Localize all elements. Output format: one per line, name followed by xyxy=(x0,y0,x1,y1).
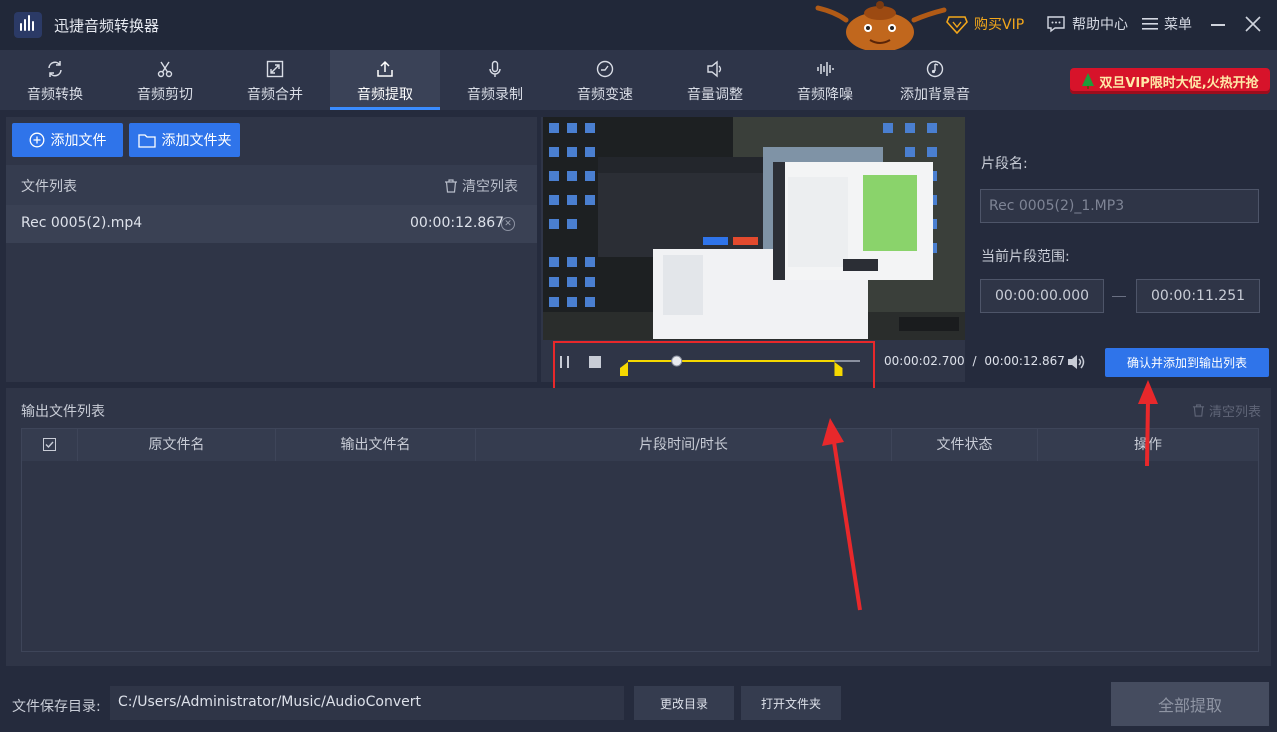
title-bar: 迅捷音频转换器 购买VIP 帮助中心 菜单 xyxy=(0,0,1277,52)
remove-file-icon[interactable]: ✕ xyxy=(501,217,515,231)
vip-diamond-icon xyxy=(946,16,968,34)
tab-label: 音频剪切 xyxy=(137,87,193,103)
file-name: Rec 0005(2).mp4 xyxy=(21,215,143,231)
segment-end-time-field[interactable]: 00:00:11.251 xyxy=(1136,279,1260,313)
output-file-panel: 输出文件列表 清空列表 原文件名 输出文件名 片段时间/时长 文件状态 操作 xyxy=(6,388,1271,666)
column-header-output-name: 输出文件名 xyxy=(276,429,476,461)
app-logo-icon xyxy=(14,12,42,38)
trash-icon xyxy=(1192,404,1205,417)
total-time: 00:00:12.867 xyxy=(984,354,1065,368)
upload-icon xyxy=(377,60,393,77)
column-header-actions: 操作 xyxy=(1134,437,1162,453)
mic-icon xyxy=(489,60,501,77)
tab-audio-record[interactable]: 音频录制 xyxy=(440,50,550,110)
menu-button[interactable]: 菜单 xyxy=(1142,14,1192,34)
app-title: 迅捷音频转换器 xyxy=(54,17,160,35)
minimize-button[interactable] xyxy=(1211,24,1225,26)
column-header-segment-duration: 片段时间/时长 xyxy=(476,429,892,461)
menu-label: 菜单 xyxy=(1164,17,1192,33)
save-directory-label: 文件保存目录: xyxy=(12,699,101,715)
change-directory-button[interactable]: 更改目录 xyxy=(634,686,734,720)
music-disc-icon xyxy=(926,60,944,78)
file-list-header: 文件列表 清空列表 xyxy=(6,165,537,205)
chat-bubble-icon xyxy=(1047,16,1065,33)
add-folder-label: 添加文件夹 xyxy=(161,133,232,149)
plus-circle-icon xyxy=(29,132,44,148)
tab-noise-reduction[interactable]: 音频降噪 xyxy=(770,50,880,110)
volume-icon[interactable] xyxy=(1066,353,1086,371)
tab-label: 音频转换 xyxy=(27,87,83,103)
clear-file-list-label: 清空列表 xyxy=(462,179,518,195)
tab-audio-cut[interactable]: 音频剪切 xyxy=(110,50,220,110)
add-folder-button[interactable]: 添加文件夹 xyxy=(129,123,240,157)
tab-label: 音频提取 xyxy=(357,87,413,103)
buy-vip-button[interactable]: 购买VIP xyxy=(946,14,1024,34)
refresh-icon xyxy=(48,61,62,77)
output-list-title: 输出文件列表 xyxy=(21,404,105,420)
speaker-icon xyxy=(707,60,722,78)
range-separator xyxy=(1112,296,1126,297)
extract-all-button[interactable]: 全部提取 xyxy=(1111,682,1269,726)
tab-label: 音频录制 xyxy=(467,87,523,103)
current-time: 00:00:02.700 xyxy=(884,354,965,368)
tab-label: 音频合并 xyxy=(247,87,303,103)
promo-label: 双旦VIP限时大促,火热开抢 xyxy=(1099,75,1259,91)
tab-add-background-music[interactable]: 添加背景音 xyxy=(880,50,990,110)
segment-range-label: 当前片段范围: xyxy=(981,249,1070,265)
clear-output-list-button[interactable]: 清空列表 xyxy=(1192,401,1261,420)
clear-file-list-button[interactable]: 清空列表 xyxy=(444,176,518,196)
file-list-panel: 添加文件 添加文件夹 文件列表 清空列表 Rec 0005(2).mp4 00:… xyxy=(6,117,537,382)
file-list-title: 文件列表 xyxy=(21,179,77,195)
tab-volume-adjust[interactable]: 音量调整 xyxy=(660,50,770,110)
confirm-add-to-output-button[interactable]: 确认并添加到输出列表 xyxy=(1105,348,1269,377)
tab-audio-merge[interactable]: 音频合并 xyxy=(220,50,330,110)
video-preview-image xyxy=(543,117,965,340)
output-table: 原文件名 输出文件名 片段时间/时长 文件状态 操作 xyxy=(21,428,1259,652)
merge-icon xyxy=(266,60,284,78)
waveform-icon xyxy=(817,62,834,76)
help-center-label: 帮助中心 xyxy=(1072,17,1128,33)
tab-audio-speed[interactable]: 音频变速 xyxy=(550,50,660,110)
tab-label: 音频降噪 xyxy=(797,87,853,103)
column-header-file-status: 文件状态 xyxy=(892,429,1038,461)
segment-name-field[interactable]: Rec 0005(2)_1.MP3 xyxy=(980,189,1259,223)
tab-label: 音量调整 xyxy=(687,87,743,103)
help-center-button[interactable]: 帮助中心 xyxy=(1046,14,1128,34)
save-directory-field[interactable]: C:/Users/Administrator/Music/AudioConver… xyxy=(110,686,624,720)
feature-toolbar: 音频转换 音频剪切 音频合并 音频提取 音频录制 音频变速 音量调整 音频降噪 … xyxy=(0,50,1277,110)
output-table-header: 原文件名 输出文件名 片段时间/时长 文件状态 操作 xyxy=(22,429,1258,461)
buy-vip-label: 购买VIP xyxy=(974,17,1025,33)
clear-output-list-label: 清空列表 xyxy=(1209,405,1262,420)
close-window-button[interactable] xyxy=(1244,15,1262,33)
teapot-mascot-image xyxy=(815,1,947,52)
time-separator: / xyxy=(972,354,977,368)
bottom-bar: 文件保存目录: C:/Users/Administrator/Music/Aud… xyxy=(0,672,1277,732)
speedometer-icon xyxy=(596,60,614,78)
hamburger-icon xyxy=(1142,18,1158,30)
scissors-icon xyxy=(157,61,173,78)
tab-label: 添加背景音 xyxy=(900,87,970,103)
playback-time: 00:00:02.700 / 00:00:12.867 xyxy=(884,354,1065,368)
add-file-button[interactable]: 添加文件 xyxy=(12,123,123,157)
folder-icon xyxy=(137,133,156,148)
checkmark-icon xyxy=(45,441,54,449)
segment-name-label: 片段名: xyxy=(981,156,1028,172)
tab-audio-convert[interactable]: 音频转换 xyxy=(0,50,110,110)
promo-banner[interactable]: 双旦VIP限时大促,火热开抢 xyxy=(1070,68,1270,94)
add-file-label: 添加文件 xyxy=(50,133,107,149)
column-header-source-name: 原文件名 xyxy=(78,429,276,461)
trash-icon xyxy=(445,179,457,193)
file-list-item[interactable]: Rec 0005(2).mp4 00:00:12.867 ✕ xyxy=(6,205,537,243)
select-all-checkbox[interactable] xyxy=(43,438,56,451)
christmas-tree-icon xyxy=(1082,73,1095,89)
tab-audio-extract[interactable]: 音频提取 xyxy=(330,50,440,110)
segment-start-time-field[interactable]: 00:00:00.000 xyxy=(980,279,1104,313)
open-folder-button[interactable]: 打开文件夹 xyxy=(741,686,841,720)
select-all-column xyxy=(22,429,78,461)
tab-label: 音频变速 xyxy=(577,87,633,103)
file-duration: 00:00:12.867 xyxy=(410,215,505,231)
